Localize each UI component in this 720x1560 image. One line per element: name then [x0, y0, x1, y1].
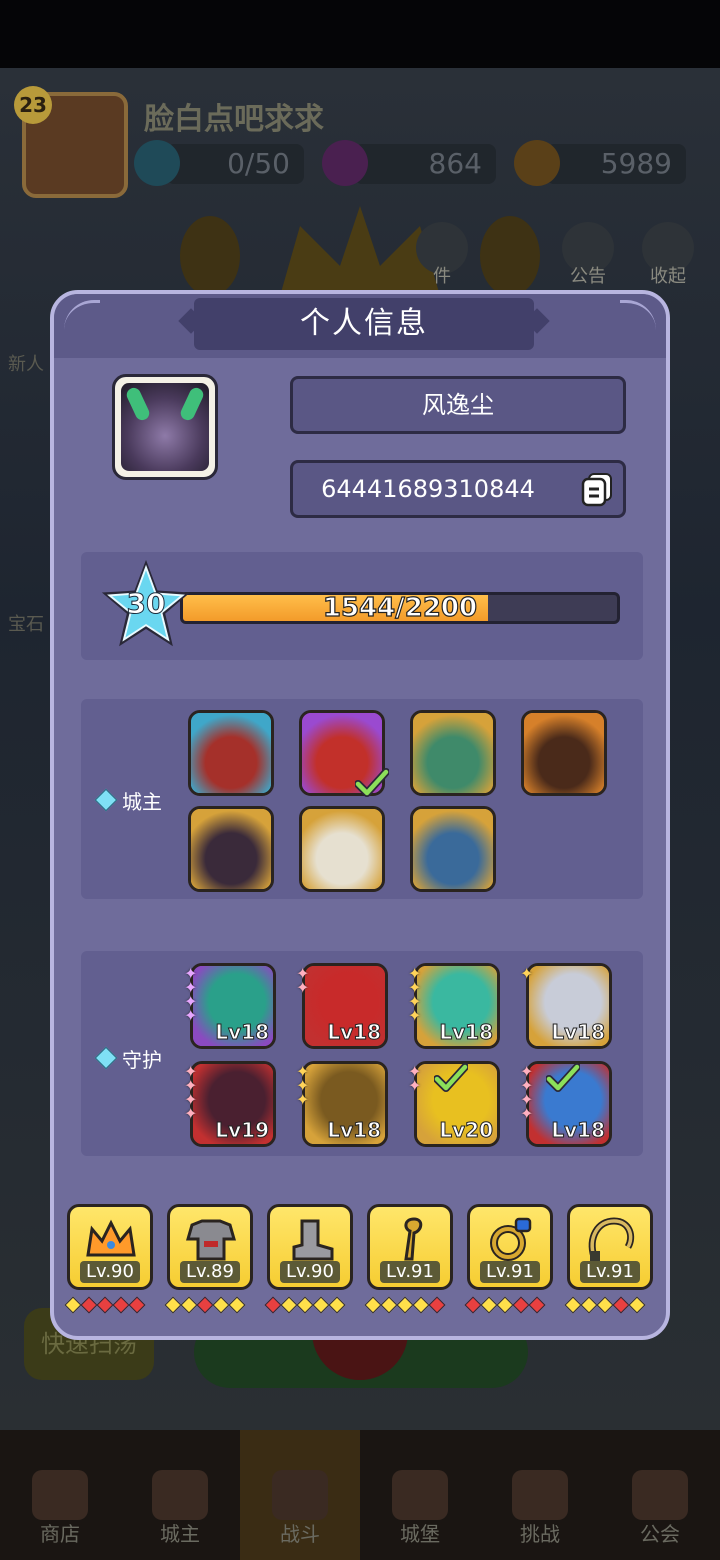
- guardian-level: Lv19: [215, 1118, 270, 1143]
- star-rating-icon: ✦ ✦ ✦ ✦: [184, 1062, 198, 1123]
- selected-check-icon: [545, 1063, 581, 1093]
- lord-portrait-elf-lady[interactable]: [188, 710, 274, 796]
- selected-check-icon: [433, 1063, 469, 1093]
- equipment-slot-boots[interactable]: Lv.90: [267, 1204, 353, 1290]
- star-rating-icon: ✦ ✦ ✦ ✦: [520, 1062, 534, 1123]
- guardian-portrait-teal-dragon[interactable]: Lv18: [190, 963, 276, 1049]
- staff-icon: [384, 1217, 438, 1261]
- guardian-level: Lv18: [215, 1020, 270, 1045]
- nav-label-challenge[interactable]: 挑战: [480, 1518, 600, 1547]
- crown-icon: [84, 1217, 138, 1261]
- lord-portrait-old-sage[interactable]: [299, 806, 385, 892]
- player-level: 30: [126, 587, 166, 621]
- amulet-icon: [584, 1217, 638, 1261]
- challenge-icon[interactable]: [512, 1470, 568, 1520]
- equipment-slot-staff[interactable]: Lv.91: [367, 1204, 453, 1290]
- star-rating-icon: ✦: [520, 964, 534, 983]
- equipment-slot-crown[interactable]: Lv.90: [67, 1204, 153, 1290]
- side-label-newbie[interactable]: 新人: [8, 350, 44, 376]
- profile-avatar[interactable]: [112, 374, 218, 480]
- nav-label-lord[interactable]: 城主: [120, 1518, 240, 1547]
- gold-icon[interactable]: [514, 140, 560, 186]
- boots-icon: [284, 1217, 338, 1261]
- equipment-level: Lv.90: [80, 1261, 140, 1283]
- ring-icon: [484, 1217, 538, 1261]
- lord-portrait-green-dryad[interactable]: [410, 710, 496, 796]
- lord-portrait-fire-golem[interactable]: [521, 710, 607, 796]
- equipment-level: Lv.89: [180, 1261, 240, 1283]
- nav-label-castle[interactable]: 城堡: [360, 1518, 480, 1547]
- equipment-level: Lv.91: [380, 1261, 440, 1283]
- star-rating-icon: ✦ ✦ ✦: [296, 1062, 310, 1109]
- equipment-quality-diamonds: [64, 1296, 155, 1314]
- guardian-level: Lv18: [551, 1118, 606, 1143]
- equipment-level: Lv.91: [580, 1261, 640, 1283]
- star-rating-icon: ✦ ✦: [296, 964, 310, 997]
- side-label-gem[interactable]: 宝石: [8, 610, 44, 636]
- equipment-slot-ring[interactable]: Lv.91: [467, 1204, 553, 1290]
- guardian-level: Lv18: [327, 1118, 382, 1143]
- star-rating-icon: ✦ ✦ ✦ ✦: [184, 964, 198, 1025]
- equipment-slot-armor[interactable]: Lv.89: [167, 1204, 253, 1290]
- guardian-level: Lv18: [327, 1020, 382, 1045]
- guild-icon[interactable]: [632, 1470, 688, 1520]
- crown-emblem-icon: [180, 206, 540, 296]
- copy-icon[interactable]: [579, 471, 615, 507]
- battle-icon[interactable]: [272, 1470, 328, 1520]
- guardian-portrait-tree-dragon[interactable]: Lv18: [302, 1061, 388, 1147]
- equipment-quality-diamonds: [364, 1296, 455, 1314]
- status-bar: [0, 0, 720, 68]
- dialog-title: 个人信息: [194, 298, 534, 350]
- xp-progress-text: 1544/2200: [322, 592, 478, 623]
- gem-icon[interactable]: [322, 140, 368, 186]
- lords-label: 城主: [122, 790, 162, 814]
- mail-label: 件: [433, 266, 451, 287]
- player-name: 脸白点吧求求: [144, 102, 324, 137]
- collapse-label: 收起: [650, 266, 686, 287]
- lord-portrait-skull-king[interactable]: [410, 806, 496, 892]
- guardian-portrait-shadow-dragon[interactable]: Lv19: [190, 1061, 276, 1147]
- player-id-text: 64441689310844: [321, 475, 535, 503]
- equipment-level: Lv.90: [280, 1261, 340, 1283]
- player-level-badge: 23: [14, 86, 52, 124]
- selected-check-icon: [354, 768, 390, 798]
- equipment-quality-diamonds: [164, 1296, 255, 1314]
- lord-icon[interactable]: [152, 1470, 208, 1520]
- gold-counter: 5989: [546, 144, 686, 184]
- castle-icon[interactable]: [392, 1470, 448, 1520]
- guardian-portrait-white-dragon[interactable]: Lv18: [526, 963, 612, 1049]
- player-id-field: 64441689310844: [290, 460, 626, 518]
- guardian-level: Lv18: [439, 1020, 494, 1045]
- equipment-quality-diamonds: [264, 1296, 355, 1314]
- profile-dialog: 个人信息 风逸尘 64441689310844 1544/2200 30 城主 …: [50, 290, 670, 1340]
- equipment-quality-diamonds: [464, 1296, 555, 1314]
- lord-portrait-demon-hunter[interactable]: [188, 806, 274, 892]
- nav-label-shop[interactable]: 商店: [0, 1518, 120, 1547]
- nickname-field[interactable]: 风逸尘: [290, 376, 626, 434]
- shop-icon[interactable]: [32, 1470, 88, 1520]
- gem-counter: 864: [354, 144, 496, 184]
- energy-icon[interactable]: [134, 140, 180, 186]
- equipment-quality-diamonds: [564, 1296, 655, 1314]
- guardian-portrait-jade-dragon[interactable]: Lv18: [414, 963, 500, 1049]
- guardian-level: Lv20: [439, 1118, 494, 1143]
- announcement-label: 公告: [570, 266, 606, 287]
- star-rating-icon: ✦ ✦: [408, 1062, 422, 1095]
- nav-label-battle[interactable]: 战斗: [240, 1518, 360, 1547]
- guardian-portrait-red-dragon[interactable]: Lv18: [302, 963, 388, 1049]
- guardian-level: Lv18: [551, 1020, 606, 1045]
- nav-label-guild[interactable]: 公会: [600, 1518, 720, 1547]
- star-rating-icon: ✦ ✦ ✦ ✦: [408, 964, 422, 1025]
- armor-icon: [184, 1217, 238, 1261]
- guardians-label: 守护: [122, 1048, 162, 1072]
- equipment-level: Lv.91: [480, 1261, 540, 1283]
- equipment-slot-amulet[interactable]: Lv.91: [567, 1204, 653, 1290]
- energy-counter: 0/50: [166, 144, 304, 184]
